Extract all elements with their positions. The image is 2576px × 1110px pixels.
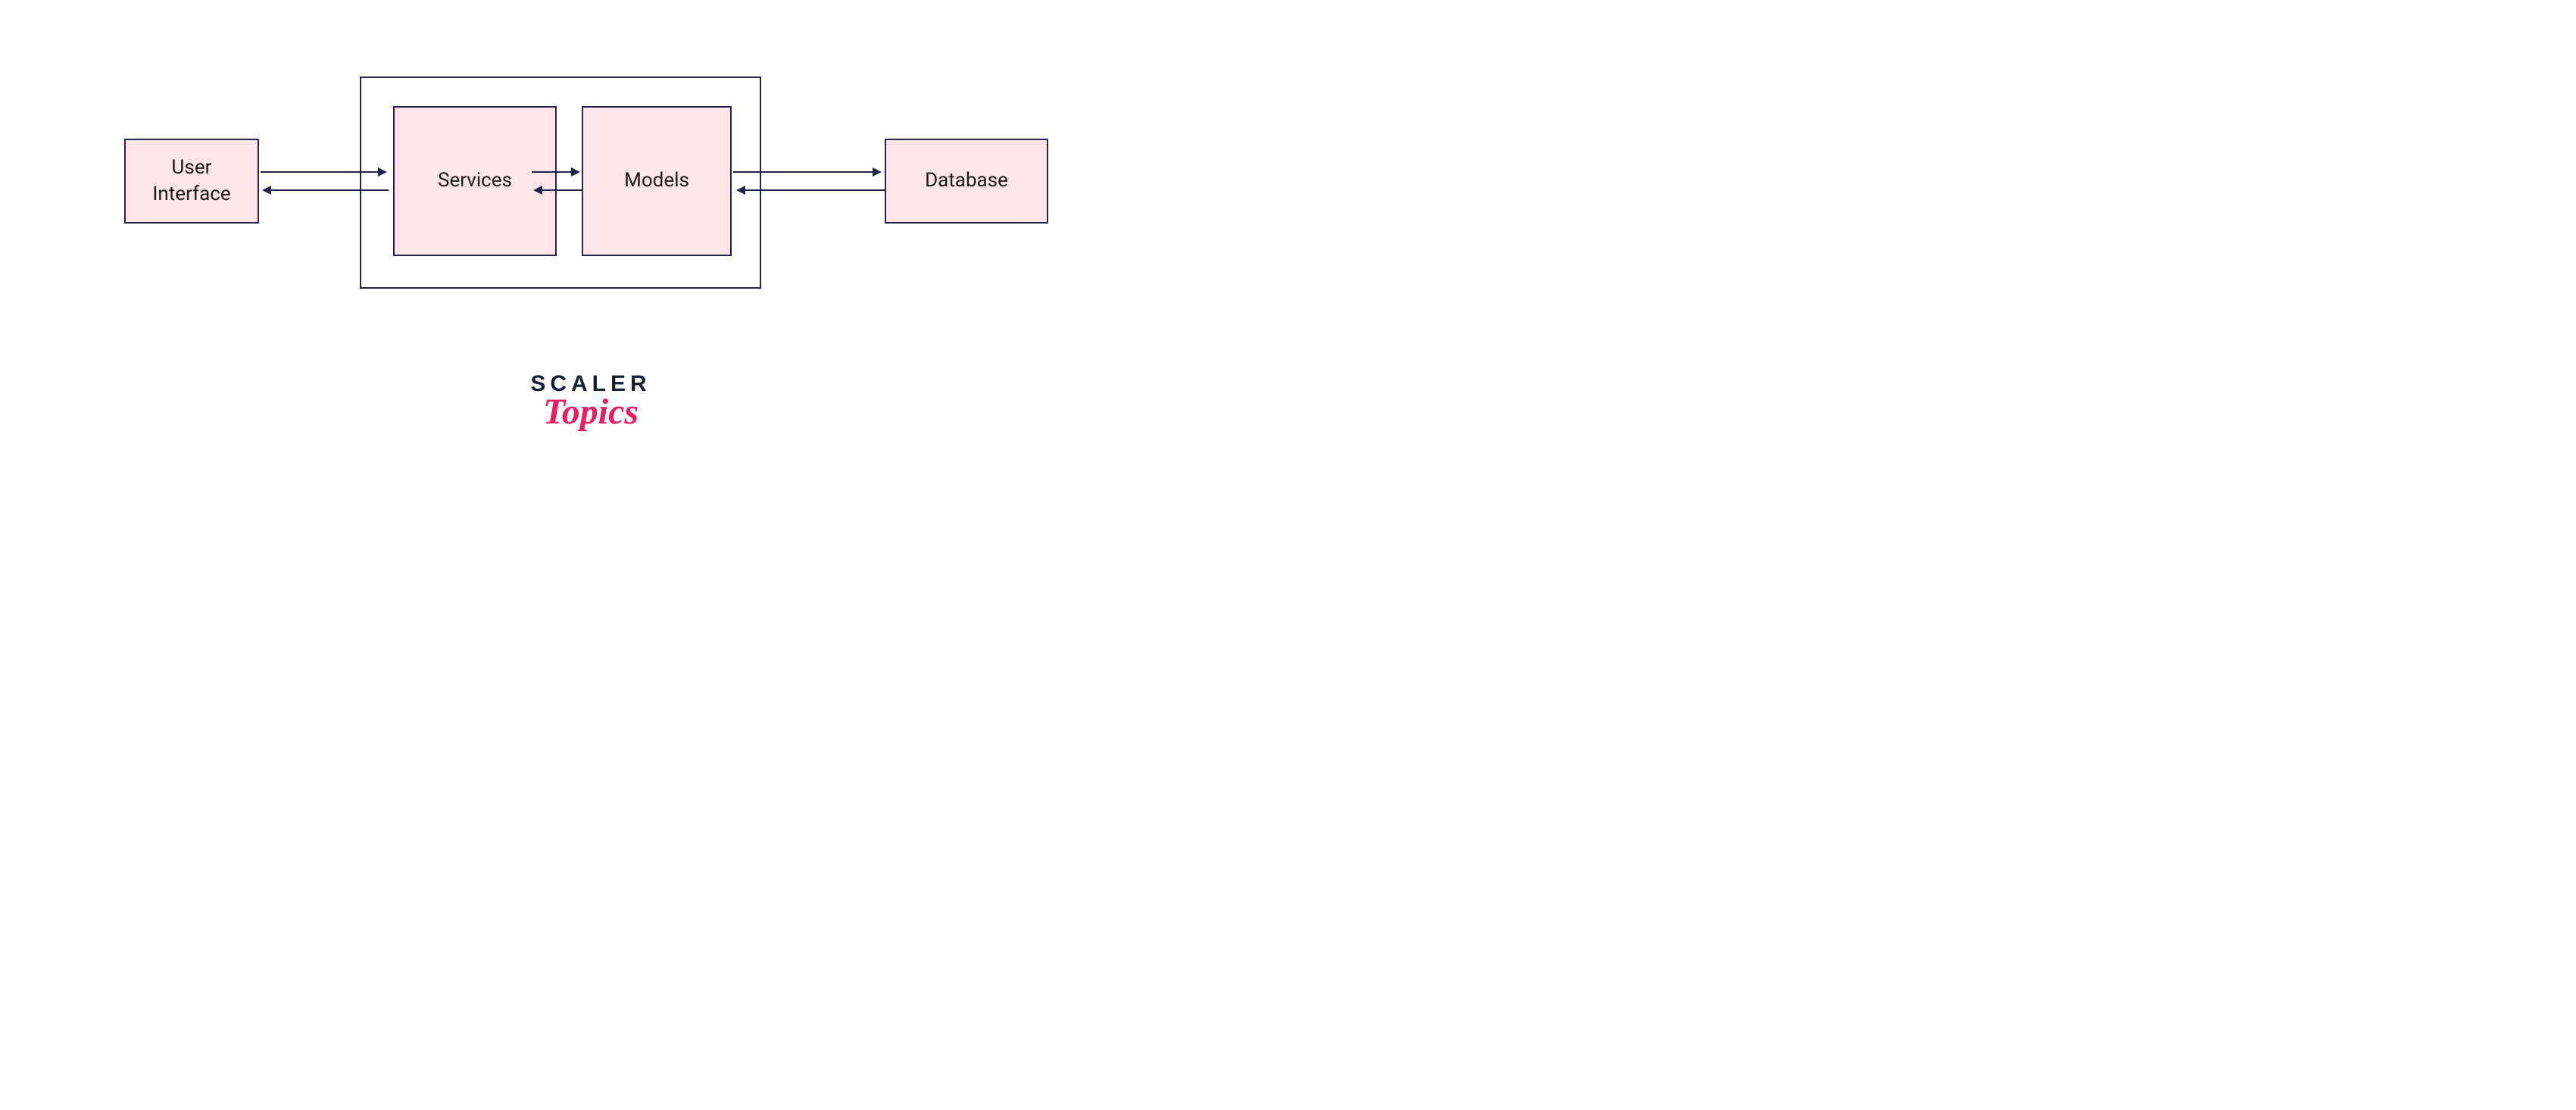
- services-box: Services: [393, 106, 557, 256]
- arrow-database-to-models: [745, 189, 885, 191]
- arrow-models-to-services: [542, 189, 582, 191]
- arrow-head-icon: [533, 186, 542, 195]
- models-label: Models: [624, 167, 689, 194]
- arrow-head-icon: [736, 186, 745, 195]
- architecture-diagram: User Interface Services Models Database …: [0, 0, 1182, 509]
- scaler-topics-logo: SCALER Topics: [515, 371, 667, 433]
- user-interface-label: User Interface: [152, 155, 230, 208]
- arrow-head-icon: [262, 186, 271, 195]
- models-box: Models: [582, 106, 732, 256]
- arrow-services-to-models: [532, 171, 571, 173]
- arrow-head-icon: [571, 167, 580, 177]
- logo-topics-text: Topics: [515, 391, 667, 433]
- arrow-models-to-database: [733, 171, 873, 173]
- arrow-services-to-ui: [271, 189, 389, 191]
- database-label: Database: [925, 167, 1008, 194]
- arrow-head-icon: [378, 167, 387, 177]
- arrow-ui-to-services: [261, 171, 378, 173]
- arrow-head-icon: [873, 167, 882, 177]
- database-box: Database: [885, 139, 1048, 224]
- services-label: Services: [438, 167, 512, 194]
- user-interface-box: User Interface: [124, 139, 259, 224]
